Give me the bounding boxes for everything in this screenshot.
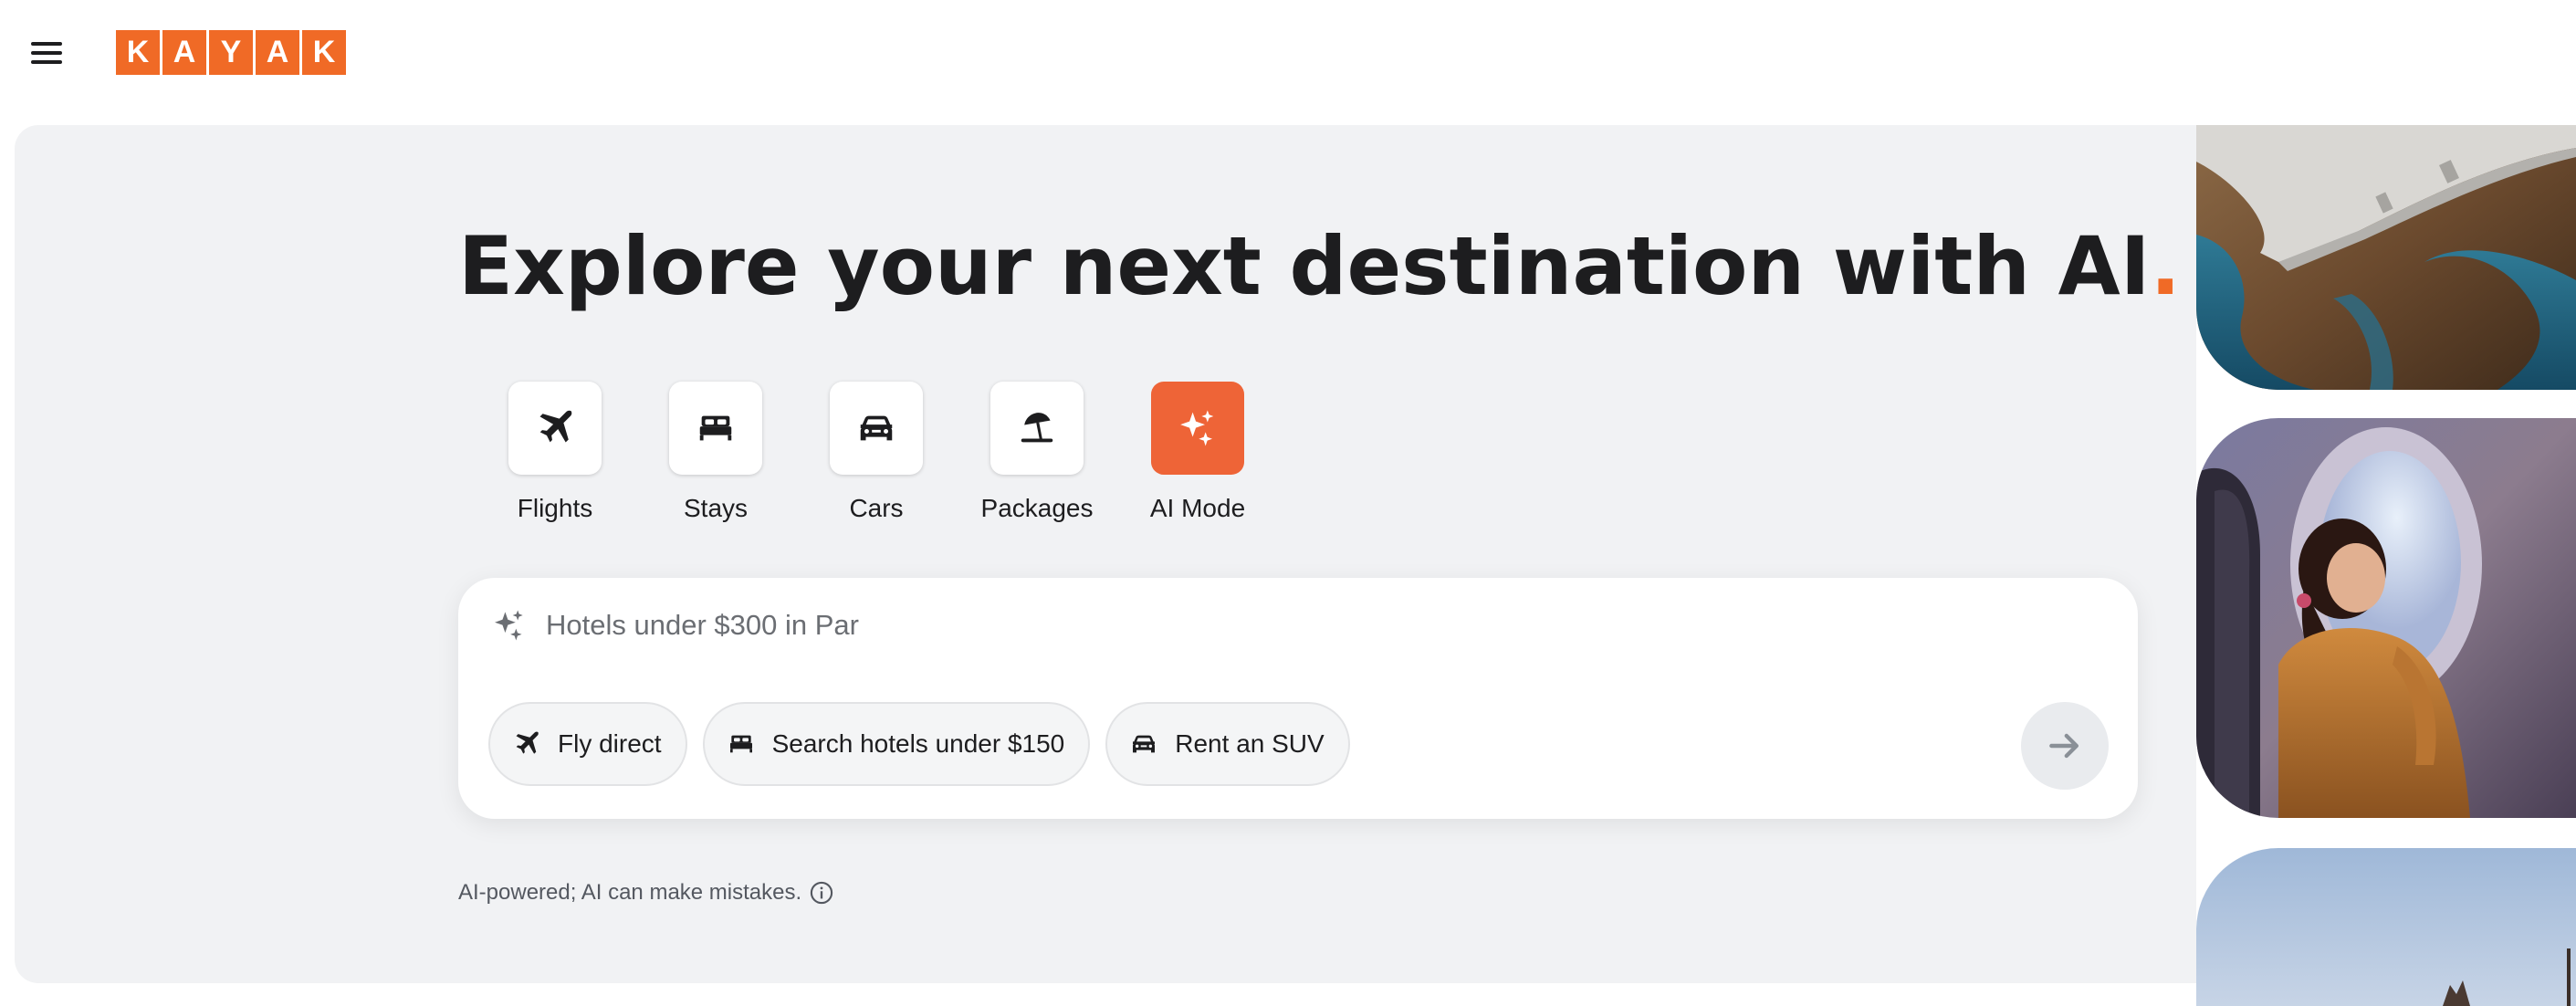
tab-stays-icon-box[interactable] xyxy=(669,382,762,475)
chip-search-hotels[interactable]: Search hotels under $150 xyxy=(702,702,1091,786)
tab-packages[interactable]: Packages xyxy=(957,382,1117,523)
tab-flights[interactable]: Flights xyxy=(475,382,635,523)
hero-image-child-window xyxy=(2196,418,2576,818)
tab-cars[interactable]: Cars xyxy=(796,382,957,523)
submit-search-button[interactable] xyxy=(2021,702,2109,790)
tab-cars-label: Cars xyxy=(849,494,904,522)
tab-flights-label: Flights xyxy=(517,494,593,522)
kayak-logo[interactable]: K A Y A K xyxy=(116,30,346,75)
tab-packages-label: Packages xyxy=(980,494,1094,522)
search-input-row[interactable]: Hotels under $300 in Par xyxy=(489,605,859,645)
ai-disclaimer: AI-powered; AI can make mistakes. xyxy=(458,880,834,906)
sparkle-icon xyxy=(495,610,523,641)
tab-ai-mode-icon-box[interactable] xyxy=(1151,382,1244,475)
info-icon[interactable] xyxy=(809,880,834,906)
chip-label: Rent an SUV xyxy=(1175,729,1325,758)
tab-stays[interactable]: Stays xyxy=(635,382,796,523)
search-input[interactable]: Hotels under $300 in Par xyxy=(546,609,859,642)
suggestion-chips: Fly direct Search hotels under $150 Rent… xyxy=(488,702,1350,786)
headline-text: Explore your next destination with AI xyxy=(458,219,2151,313)
logo-letter: K xyxy=(116,30,160,75)
tab-packages-icon-box[interactable] xyxy=(990,382,1084,475)
tab-stays-label: Stays xyxy=(683,494,749,522)
ai-search-box: Hotels under $300 in Par Fly direct Sear… xyxy=(458,578,2138,819)
chip-label: Fly direct xyxy=(558,729,662,758)
logo-letter: Y xyxy=(209,30,253,75)
chip-fly-direct[interactable]: Fly direct xyxy=(488,702,687,786)
tab-flights-icon-box[interactable] xyxy=(508,382,602,475)
tab-ai-mode-label: AI Mode xyxy=(1149,494,1246,522)
vertical-tabs: Flights Stays Cars Packages AI Mode xyxy=(475,382,1278,523)
plane-icon xyxy=(539,410,572,443)
hero-image-sky xyxy=(2196,848,2576,1006)
logo-letter: A xyxy=(162,30,206,75)
logo-letter: A xyxy=(256,30,299,75)
page-title: Explore your next destination with AI. xyxy=(458,212,2181,321)
logo-letter: K xyxy=(302,30,346,75)
tab-ai-mode[interactable]: AI Mode xyxy=(1117,382,1278,523)
headline-accent-dot: . xyxy=(2150,219,2181,313)
car-icon xyxy=(1133,735,1156,753)
plane-icon xyxy=(516,731,539,754)
hamburger-menu-icon[interactable] xyxy=(31,39,64,67)
arrow-right-icon xyxy=(2049,733,2079,759)
chip-label: Search hotels under $150 xyxy=(771,729,1065,758)
top-header: K A Y A K xyxy=(0,0,2576,125)
sparkle-icon xyxy=(1180,410,1214,446)
car-icon xyxy=(860,415,893,441)
hero-image-airplane-wing xyxy=(2196,125,2576,390)
bed-icon xyxy=(699,415,732,441)
chip-rent-suv[interactable]: Rent an SUV xyxy=(1105,702,1350,786)
tab-cars-icon-box[interactable] xyxy=(830,382,923,475)
beach-umbrella-icon xyxy=(1021,413,1053,443)
disclaimer-text: AI-powered; AI can make mistakes. xyxy=(458,880,802,905)
bed-icon xyxy=(729,735,752,753)
